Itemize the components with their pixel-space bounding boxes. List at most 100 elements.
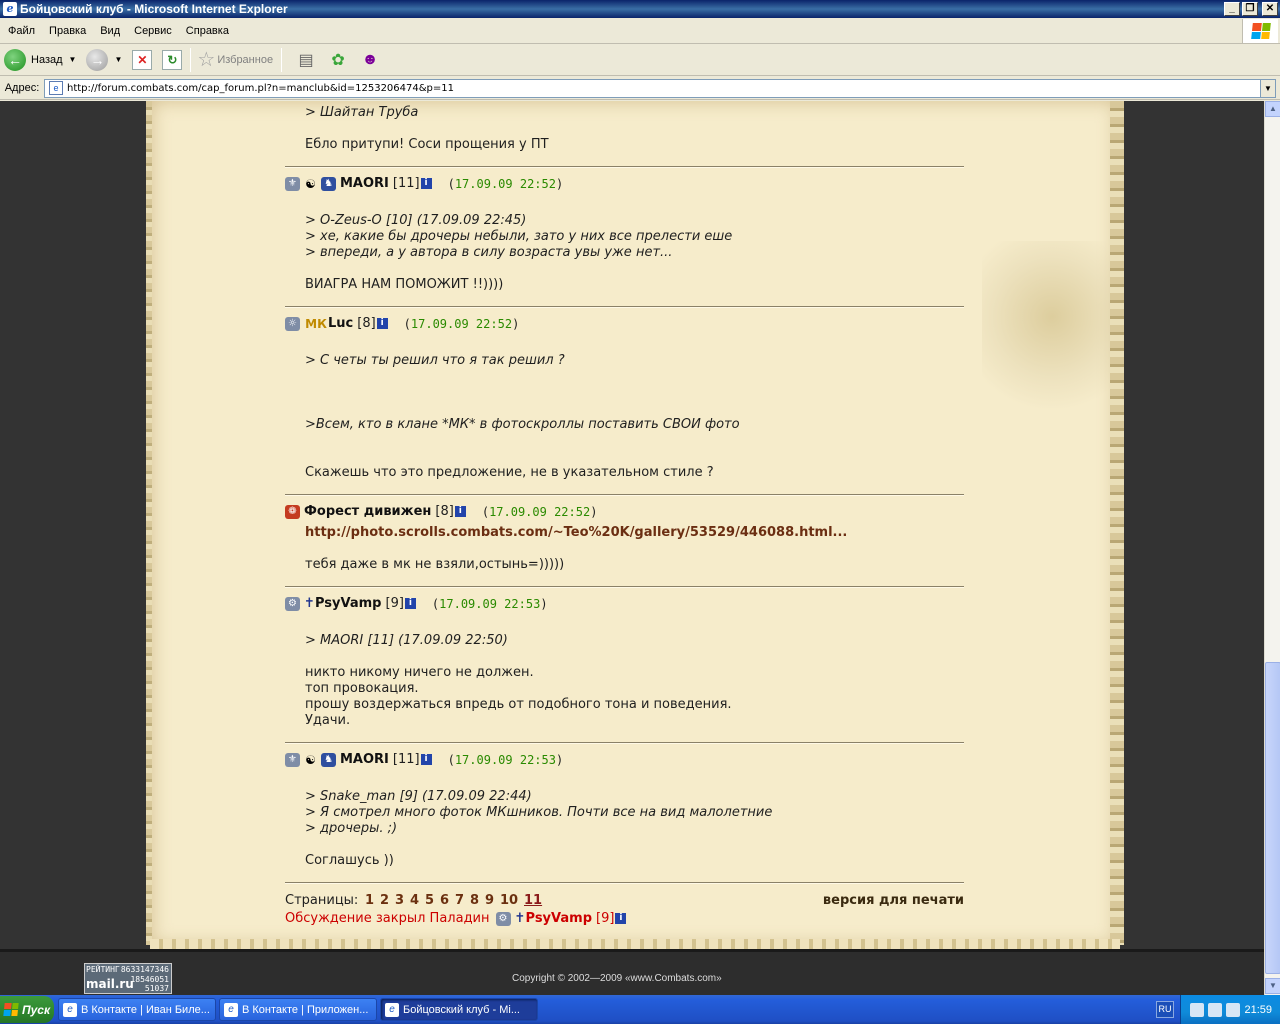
author-nick[interactable]: MAORI — [340, 752, 389, 767]
menu-edit[interactable]: Правка — [42, 25, 93, 37]
info-icon[interactable]: i — [454, 506, 466, 517]
closed-by-nick[interactable]: PsyVamp — [526, 911, 593, 926]
print-version-link[interactable]: версия для печати — [823, 893, 964, 908]
back-button[interactable]: Назад — [31, 54, 63, 66]
vertical-scrollbar[interactable]: ▲ ▼ — [1264, 101, 1280, 995]
author-nick[interactable]: PsyVamp — [315, 596, 382, 611]
favorites-star-icon[interactable]: ☆ — [197, 47, 215, 72]
clock[interactable]: 21:59 — [1244, 1004, 1272, 1016]
mail-icon[interactable]: ▤ — [294, 48, 318, 72]
author-level: [8] — [357, 316, 376, 331]
info-icon[interactable]: i — [420, 754, 432, 765]
clan-emblem-icon[interactable]: ❁ — [285, 504, 300, 519]
info-icon[interactable]: i — [615, 913, 627, 924]
copyright: Copyright © 2002—2009 «www.Combats.com» — [512, 973, 722, 984]
author-level: [8] — [435, 504, 454, 519]
site-footer: РЕЙТИНГ 8633147346 mail.ru 18546051 5103… — [0, 949, 1264, 995]
stop-button[interactable]: ✕ — [132, 49, 153, 70]
menu-help[interactable]: Справка — [179, 25, 236, 37]
menu-file[interactable]: Файл — [0, 25, 42, 37]
page-link[interactable]: 4 — [410, 893, 419, 908]
alignment-icon[interactable]: ☯ — [304, 177, 317, 191]
refresh-button[interactable]: ↻ — [162, 49, 183, 70]
clan-emblem-icon[interactable]: ☼ — [285, 316, 300, 331]
scroll-thumb[interactable] — [1265, 662, 1280, 974]
author-level: [11] — [392, 176, 420, 191]
address-url[interactable]: http://forum.combats.com/cap_forum.pl?n=… — [67, 83, 1260, 94]
info-icon[interactable]: i — [420, 178, 432, 189]
page-link[interactable]: 6 — [440, 893, 449, 908]
address-field[interactable]: e http://forum.combats.com/cap_forum.pl?… — [44, 78, 1276, 98]
quote-line: > MAORI [11] (17.09.09 22:50) — [305, 633, 508, 648]
icq-flower-icon[interactable]: ✿ — [326, 48, 350, 72]
mk-clan-badge[interactable]: МК — [304, 317, 328, 331]
pages-label: Страницы: — [285, 893, 359, 908]
volume-icon[interactable] — [1208, 1002, 1223, 1017]
forward-button[interactable]: → — [86, 48, 109, 71]
mailru-counter[interactable]: РЕЙТИНГ 8633147346 mail.ru 18546051 5103… — [84, 963, 172, 994]
wolf-badge-icon[interactable]: ♞ — [321, 752, 336, 767]
page-link[interactable]: 10 — [500, 893, 518, 908]
counter-value: 8633147346 — [120, 965, 169, 974]
author-nick[interactable]: Luc — [328, 316, 353, 331]
quote-line: > С четы ты решил что я так решил ? — [305, 353, 565, 368]
toolbar: ← Назад ▼ → ▼ ✕ ↻ ☆ Избранное ▤ ✿ ☻ — [0, 44, 1280, 76]
back-dropdown-icon[interactable]: ▼ — [69, 55, 77, 64]
paladin-cross-icon[interactable]: ✝ — [515, 911, 526, 926]
clan-emblem-icon[interactable]: ⚜ — [285, 752, 300, 767]
taskbar-item-label: В Контакте | Приложен... — [242, 1003, 369, 1016]
scroll-up-icon[interactable]: ▲ — [1265, 101, 1280, 117]
info-icon[interactable]: i — [376, 318, 388, 329]
page-link[interactable]: 9 — [485, 893, 494, 908]
paladin-cross-icon[interactable]: ✝ — [304, 596, 315, 611]
post-link[interactable]: http://photo.scrolls.combats.com/~Teo%20… — [305, 525, 847, 540]
language-indicator[interactable]: RU — [1156, 1001, 1174, 1018]
toolbar-separator — [190, 47, 192, 72]
back-icon[interactable]: ← — [4, 48, 26, 71]
yahoo-messenger-icon[interactable]: ☻ — [358, 48, 382, 72]
menu-tools[interactable]: Сервис — [127, 25, 179, 37]
globe-watermark — [982, 241, 1122, 431]
address-dropdown-icon[interactable]: ▼ — [1260, 79, 1275, 97]
post-text: тебя даже в мк не взяли,остынь=))))) — [305, 557, 565, 572]
page-link[interactable]: 5 — [425, 893, 434, 908]
windows-logo — [1242, 19, 1278, 43]
restore-button[interactable]: ❐ — [1242, 2, 1258, 16]
taskbar-item[interactable]: e В Контакте | Приложен... — [219, 998, 377, 1021]
windows-flag-icon — [3, 1003, 19, 1016]
forward-dropdown-icon[interactable]: ▼ — [114, 55, 122, 64]
page-viewport: > Шайтан Труба Ебло притупи! Соси прощен… — [0, 101, 1264, 995]
page-link[interactable]: 7 — [455, 893, 464, 908]
clan-emblem-icon[interactable]: ⚙ — [495, 911, 511, 926]
taskbar-item-active[interactable]: e Бойцовский клуб - Mi... — [380, 998, 538, 1021]
clan-emblem-icon[interactable]: ⚜ — [285, 176, 300, 191]
page-current[interactable]: 11 — [524, 893, 542, 908]
minimize-button[interactable]: _ — [1224, 2, 1240, 16]
page-link[interactable]: 3 — [395, 893, 404, 908]
author-level: [9] — [385, 596, 404, 611]
address-bar: Адрес: e http://forum.combats.com/cap_fo… — [0, 77, 1280, 100]
start-button[interactable]: Пуск — [0, 996, 54, 1023]
quote-line: > Я смотрел много фоток МКшников. Почти … — [305, 805, 773, 820]
taskbar: Пуск e В Контакте | Иван Биле... e В Кон… — [0, 995, 1280, 1024]
wolf-badge-icon[interactable]: ♞ — [321, 176, 336, 191]
info-icon[interactable]: i — [404, 598, 416, 609]
favorites-button[interactable]: Избранное — [217, 54, 273, 66]
page-link[interactable]: 1 — [365, 893, 374, 908]
page-link[interactable]: 8 — [470, 893, 479, 908]
post-text: топ провокация. — [305, 681, 419, 696]
clan-emblem-icon[interactable]: ⚙ — [285, 596, 300, 611]
tray-app-icon[interactable] — [1226, 1002, 1241, 1017]
author-nick[interactable]: Форест дивижен — [304, 504, 431, 519]
closed-notice: Обсуждение закрыл Паладин ⚙ ✝ PsyVamp [9… — [285, 911, 627, 926]
scroll-down-icon[interactable]: ▼ — [1265, 978, 1280, 994]
post-header: ❁ Форест дивижен [8] i (17.09.09 22:52) — [285, 504, 597, 519]
taskbar-item[interactable]: e В Контакте | Иван Биле... — [58, 998, 216, 1021]
close-button[interactable]: ✕ — [1262, 2, 1278, 16]
author-nick[interactable]: MAORI — [340, 176, 389, 191]
network-icon[interactable] — [1190, 1002, 1205, 1017]
menu-view[interactable]: Вид — [93, 25, 127, 37]
alignment-icon[interactable]: ☯ — [304, 753, 317, 767]
page-link[interactable]: 2 — [380, 893, 389, 908]
post-header: ⚙ ✝ PsyVamp [9] i (17.09.09 22:53) — [285, 596, 548, 611]
